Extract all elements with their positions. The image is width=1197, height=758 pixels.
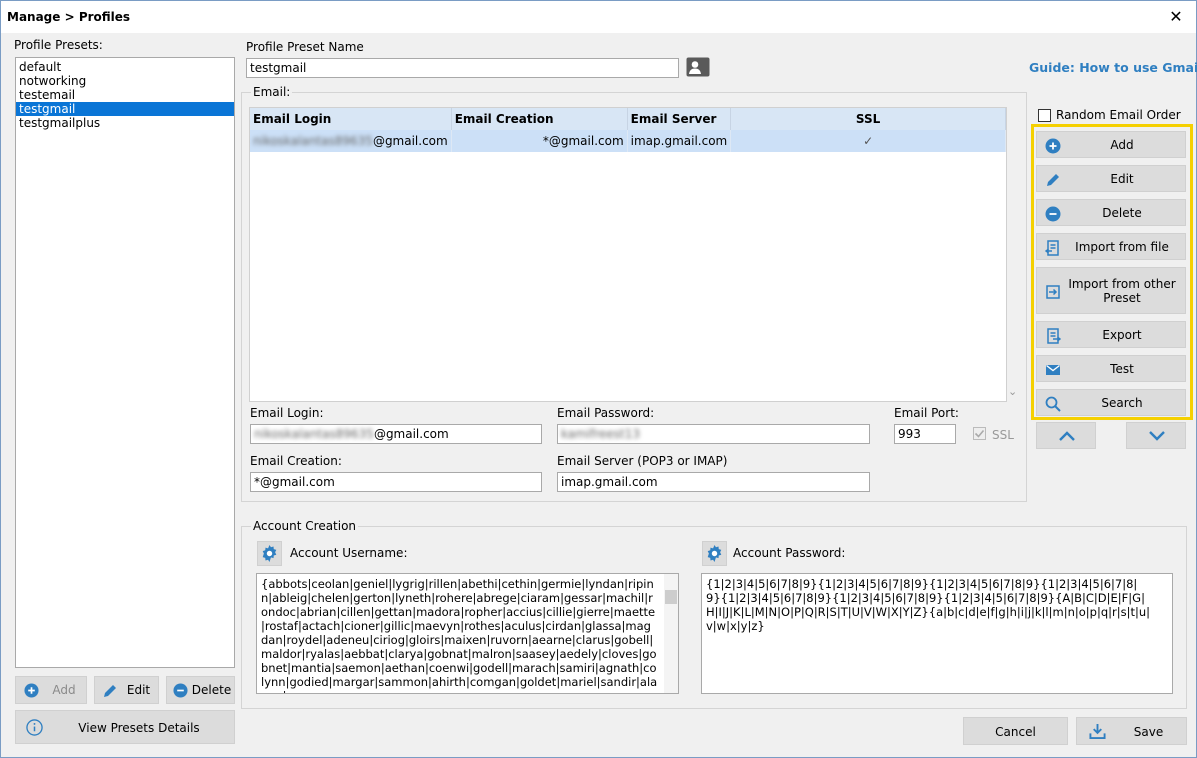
preset-name-input[interactable]: testgmail [246, 58, 679, 78]
test-button[interactable]: Test [1036, 355, 1186, 382]
email-server-cell: imap.gmail.com [627, 130, 732, 152]
profile-presets-list[interactable]: default notworking testemail testgmail testg… [15, 57, 235, 668]
account-creation-title: Account Creation [251, 519, 359, 533]
account-username-value: {abbots|ceolan|geniel|lygrig|rillen|abet… [261, 577, 658, 693]
view-presets-details-button[interactable]: View Presets Details [15, 710, 235, 744]
random-email-order-checkbox[interactable] [1038, 109, 1051, 122]
import-from-preset-label: Import from other Preset [1068, 277, 1176, 305]
save-button[interactable]: Save [1076, 717, 1187, 745]
table-row[interactable]: nikoskalantas89635@gmail.com *@gmail.com i… [250, 130, 1006, 152]
add-email-label: Add [1110, 138, 1134, 152]
preset-add-label: Add [52, 683, 76, 697]
export-label: Export [1102, 328, 1142, 342]
user-card-icon[interactable] [686, 57, 710, 77]
preset-name-label: Profile Preset Name [246, 40, 364, 54]
import-from-file-button[interactable]: Import from file [1036, 233, 1186, 260]
email-table[interactable]: Email Login Email Creation Email Server SSL… [249, 107, 1007, 402]
close-icon[interactable]: ✕ [1164, 5, 1188, 29]
add-email-button[interactable]: Add [1036, 131, 1186, 158]
preset-list-item[interactable]: testgmail [16, 102, 234, 116]
move-down-button[interactable] [1126, 422, 1186, 449]
move-up-button[interactable] [1036, 422, 1096, 449]
column-header[interactable]: Email Server [627, 108, 732, 130]
download-save-icon [1089, 723, 1106, 740]
password-settings-button[interactable] [702, 541, 727, 566]
account-password-label: Account Password: [733, 546, 846, 560]
column-header[interactable]: SSL [730, 108, 1006, 130]
account-password-value: {1|2|3|4|5|6|7|8|9}{1|2|3|4|5|6|7|8|9}{1… [706, 577, 1151, 633]
email-login-blurred: nikoskalantas89635 [254, 427, 374, 441]
chevron-down-icon [1149, 431, 1165, 441]
gear-icon [707, 545, 722, 562]
search-label: Search [1101, 396, 1143, 410]
ssl-check-cell: ✓ [730, 130, 1006, 152]
checkmark-icon [974, 429, 985, 438]
username-scrollbar[interactable] [664, 574, 678, 693]
email-grid: Email Login Email Creation Email Server SSL… [250, 108, 1006, 152]
view-presets-details-label: View Presets Details [78, 721, 200, 735]
column-header[interactable]: Email Creation [451, 108, 628, 130]
email-login-cell: nikoskalantas89635@gmail.com [250, 130, 452, 152]
column-header[interactable]: Email Login [250, 108, 452, 130]
email-login-domain: @gmail.com [373, 427, 449, 441]
email-creation-input[interactable]: *@gmail.com [250, 472, 542, 492]
account-username-textarea[interactable]: {abbots|ceolan|geniel|lygrig|rillen|abet… [256, 573, 679, 694]
preset-list-item[interactable]: testgmailplus [16, 116, 234, 130]
delete-email-button[interactable]: Delete [1036, 199, 1186, 226]
random-email-order-label: Random Email Order [1056, 108, 1181, 122]
preset-list-item[interactable]: notworking [16, 74, 234, 88]
test-label: Test [1110, 362, 1134, 376]
profile-presets-label: Profile Presets: [14, 38, 103, 52]
ssl-label: SSL [992, 428, 1014, 442]
title-bar: Manage > Profiles ✕ [1, 1, 1196, 33]
preset-delete-label: Delete [191, 683, 232, 697]
email-creation-cell: *@gmail.com [451, 130, 628, 152]
window-title: Manage > Profiles [7, 10, 131, 24]
email-password-input[interactable]: kamifreest13 [557, 424, 870, 444]
email-login-cell-blurred: nikoskalantas89635 [253, 134, 373, 148]
chevron-up-icon [1059, 431, 1075, 441]
edit-email-button[interactable]: Edit [1036, 165, 1186, 192]
email-password-label: Email Password: [557, 406, 655, 420]
preset-edit-label: Edit [126, 683, 151, 697]
email-port-input[interactable]: 993 [894, 424, 956, 444]
save-label: Save [1133, 725, 1164, 739]
export-button[interactable]: Export [1036, 321, 1186, 348]
gear-icon [262, 545, 277, 562]
preset-list-item[interactable]: default [16, 60, 234, 74]
import-from-preset-button[interactable]: Import from other Preset [1036, 267, 1186, 314]
preset-add-button[interactable]: Add [15, 676, 87, 704]
username-scroll-thumb[interactable] [665, 590, 677, 604]
email-creation-label: Email Creation: [250, 454, 342, 468]
ssl-checkbox[interactable] [973, 427, 986, 440]
minus-circle-icon [173, 683, 188, 698]
preset-delete-button[interactable]: Delete [166, 676, 235, 704]
preset-edit-button[interactable]: Edit [94, 676, 159, 704]
cancel-label: Cancel [995, 725, 1036, 739]
email-group-title: Email: [251, 85, 293, 99]
guide-link[interactable]: Guide: How to use Gmails [1029, 60, 1197, 75]
plus-circle-icon [24, 683, 39, 698]
email-login-input[interactable]: nikoskalantas89635@gmail.com [250, 424, 542, 444]
email-login-label: Email Login: [250, 406, 324, 420]
account-username-label: Account Username: [290, 546, 408, 560]
delete-email-label: Delete [1102, 206, 1142, 220]
preset-list-item[interactable]: testemail [16, 88, 234, 102]
account-password-textarea[interactable]: {1|2|3|4|5|6|7|8|9}{1|2|3|4|5|6|7|8|9}{1… [701, 573, 1173, 694]
email-login-cell-domain: @gmail.com [372, 134, 448, 148]
username-settings-button[interactable] [257, 541, 282, 566]
email-server-input[interactable]: imap.gmail.com [557, 472, 870, 492]
email-password-blurred: kamifreest13 [561, 427, 641, 441]
email-port-label: Email Port: [894, 406, 959, 420]
pencil-icon [104, 685, 116, 697]
cancel-button[interactable]: Cancel [963, 717, 1068, 745]
edit-email-label: Edit [1110, 172, 1134, 186]
info-icon [26, 719, 43, 736]
table-scroll-down-icon[interactable]: ⌄ [1008, 385, 1017, 398]
import-from-file-label: Import from file [1075, 240, 1169, 254]
search-button[interactable]: Search [1036, 389, 1186, 416]
email-server-label: Email Server (POP3 or IMAP) [557, 454, 728, 468]
profiles-window: Manage > Profiles ✕ Profile Presets: def… [0, 0, 1197, 758]
